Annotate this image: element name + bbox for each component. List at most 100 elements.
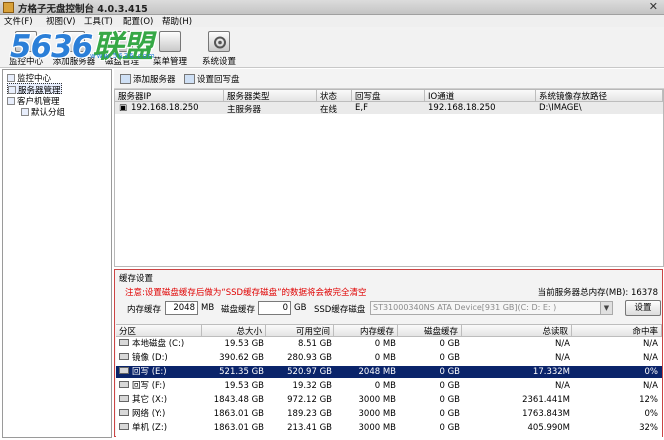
col-hit-rate[interactable]: 命中率 — [572, 325, 662, 337]
cell-disk-cache: 0 GB — [439, 409, 460, 419]
cell-hit-rate: 12% — [639, 395, 658, 405]
table-row[interactable]: 回写 (F:) 19.53 GB 19.32 GB 0 MB 0 GB N/A N/A — [116, 380, 662, 392]
cell-total-size: 1863.01 GB — [213, 409, 264, 419]
col-disk-cache[interactable]: 磁盘缓存 — [398, 325, 462, 337]
cell-total-read: N/A — [554, 339, 570, 349]
cell-mem-cache: 2048 MB — [358, 367, 397, 377]
add-server-text: 添加服务器 — [133, 75, 176, 85]
col-total-read[interactable]: 总读取 — [462, 325, 572, 337]
cell-total-size: 390.62 GB — [219, 353, 264, 363]
cell-total-read: 2361.441M — [522, 395, 570, 405]
col-partition[interactable]: 分区 — [116, 325, 202, 337]
server-icon — [8, 86, 16, 94]
partition-name: 网络 (Y:) — [132, 409, 166, 419]
table-row[interactable]: 镜像 (D:) 390.62 GB 280.93 GB 0 MB 0 GB N/A N/A — [116, 352, 662, 364]
table-row[interactable]: 网络 (Y:) 1863.01 GB 189.23 GB 3000 MB 0 GB 176… — [116, 408, 662, 420]
window-title: 方格子无盘控制台 4.0.3.415 — [18, 4, 148, 15]
col-free-space[interactable]: 可用空间 — [266, 325, 334, 337]
cell-total-size: 1863.01 GB — [213, 423, 264, 433]
tree-item-servers[interactable]: 服务器管理 — [7, 83, 62, 96]
partition-name: 本地磁盘 (C:) — [132, 339, 185, 349]
drive-icon — [119, 381, 129, 388]
server-icon: ▣ — [119, 103, 128, 113]
add-server-link[interactable]: 添加服务器 — [120, 73, 176, 85]
cell-partition: 回写 (F:) — [119, 380, 202, 392]
partition-name: 其它 (X:) — [132, 395, 168, 405]
cell-server-type: 主服务器 — [227, 105, 262, 115]
partition-name: 镜像 (D:) — [132, 353, 168, 363]
col-writeback-disk[interactable]: 回写盘 — [352, 90, 425, 102]
cell-free-space: 520.97 GB — [287, 367, 332, 377]
mem-cache-input[interactable]: 2048 — [165, 301, 198, 315]
cell-total-size: 19.53 GB — [224, 381, 264, 391]
drive-icon — [119, 409, 129, 416]
drive-icon — [119, 423, 129, 430]
cell-disk-cache: 0 GB — [439, 423, 460, 433]
cell-total-read: N/A — [554, 353, 570, 363]
col-server-ip[interactable]: 服务器IP — [115, 90, 224, 102]
table-row[interactable]: 回写 (E:) 521.35 GB 520.97 GB 2048 MB 0 GB 17.3… — [116, 366, 662, 378]
tree-item-monitor[interactable]: 监控中心 — [7, 72, 51, 84]
cell-free-space: 972.12 GB — [287, 395, 332, 405]
disk-cache-input[interactable]: 0 — [258, 301, 291, 315]
col-io-channel[interactable]: IO通道 — [425, 90, 536, 102]
cell-partition: 本地磁盘 (C:) — [119, 338, 202, 350]
set-writeback-link[interactable]: 设置回写盘 — [184, 73, 240, 85]
table-row[interactable]: 其它 (X:) 1843.48 GB 972.12 GB 3000 MB 0 GB 236… — [116, 394, 662, 406]
cell-partition: 单机 (Z:) — [119, 422, 202, 434]
cell-image-path: D:\IMAGE\ — [539, 103, 582, 113]
server-toolbar: 添加服务器 设置回写盘 — [114, 69, 664, 89]
cell-io-channel: 192.168.18.250 — [428, 103, 496, 113]
cell-disk-cache: 0 GB — [439, 339, 460, 349]
partition-name: 回写 (F:) — [132, 381, 166, 391]
watermark-url: www.5636.com — [90, 52, 156, 60]
ssd-disk-select[interactable]: ST31000340NS ATA Device[931 GB](C: D: E:… — [370, 301, 613, 315]
table-row[interactable]: 单机 (Z:) 1863.01 GB 213.41 GB 3000 MB 0 GB 405… — [116, 422, 662, 434]
table-row[interactable]: ▣ 192.168.18.250 主服务器 在线 E,F 192.168.18.… — [115, 102, 663, 115]
disk-cache-unit: GB — [294, 303, 307, 313]
system-settings-label: 系统设置 — [201, 57, 236, 67]
cell-mem-cache: 0 MB — [374, 353, 396, 363]
set-cache-button[interactable]: 设置 — [625, 300, 661, 316]
cell-status: 在线 — [320, 105, 338, 115]
system-settings-button[interactable]: 系统设置 — [197, 29, 241, 67]
cell-total-read: N/A — [554, 381, 570, 391]
cell-hit-rate: 0% — [644, 367, 659, 377]
logo-number: 5636 — [10, 29, 93, 65]
tree-label: 默认分组 — [31, 108, 66, 118]
col-server-type[interactable]: 服务器类型 — [224, 90, 317, 102]
tree-item-default-group[interactable]: 默认分组 — [21, 106, 66, 118]
app-icon — [3, 2, 14, 13]
tree-item-clients[interactable]: 客户机管理 — [7, 95, 60, 107]
cell-free-space: 213.41 GB — [287, 423, 332, 433]
writeback-icon — [184, 74, 195, 84]
monitor-icon — [7, 74, 15, 82]
cell-free-space: 8.51 GB — [297, 339, 332, 349]
col-mem-cache[interactable]: 内存缓存 — [334, 325, 398, 337]
menu-manage-button[interactable]: 菜单管理 — [148, 29, 192, 67]
gear-icon — [208, 31, 230, 52]
table-row[interactable]: 本地磁盘 (C:) 19.53 GB 8.51 GB 0 MB 0 GB N/A N/A — [116, 338, 662, 350]
title-bar: 方格子无盘控制台 4.0.3.415 ✕ — [0, 0, 664, 15]
cell-mem-cache: 3000 MB — [358, 423, 397, 433]
cell-hit-rate: N/A — [642, 381, 658, 391]
col-total-size[interactable]: 总大小 — [202, 325, 266, 337]
cell-mem-cache: 3000 MB — [358, 409, 397, 419]
cell-hit-rate: N/A — [642, 339, 658, 349]
cell-disk-cache: 0 GB — [439, 395, 460, 405]
cell-total-size: 521.35 GB — [219, 367, 264, 377]
chevron-down-icon[interactable]: ▼ — [600, 302, 612, 314]
server-table: 服务器IP 服务器类型 状态 回写盘 IO通道 系统镜像存放路径 ▣ 192.1… — [114, 89, 664, 267]
close-icon[interactable]: ✕ — [649, 0, 658, 13]
cell-partition: 其它 (X:) — [119, 394, 202, 406]
cell-partition: 回写 (E:) — [119, 366, 202, 378]
menu-help[interactable]: 帮助(H) — [162, 15, 192, 27]
menu-icon — [159, 31, 181, 52]
drive-icon — [119, 339, 129, 346]
cell-disk-cache: 0 GB — [439, 381, 460, 391]
cell-disk-cache: 0 GB — [439, 367, 460, 377]
col-status[interactable]: 状态 — [317, 90, 352, 102]
partition-name: 回写 (E:) — [132, 367, 167, 377]
cell-hit-rate: N/A — [642, 353, 658, 363]
col-image-path[interactable]: 系统镜像存放路径 — [536, 90, 663, 102]
